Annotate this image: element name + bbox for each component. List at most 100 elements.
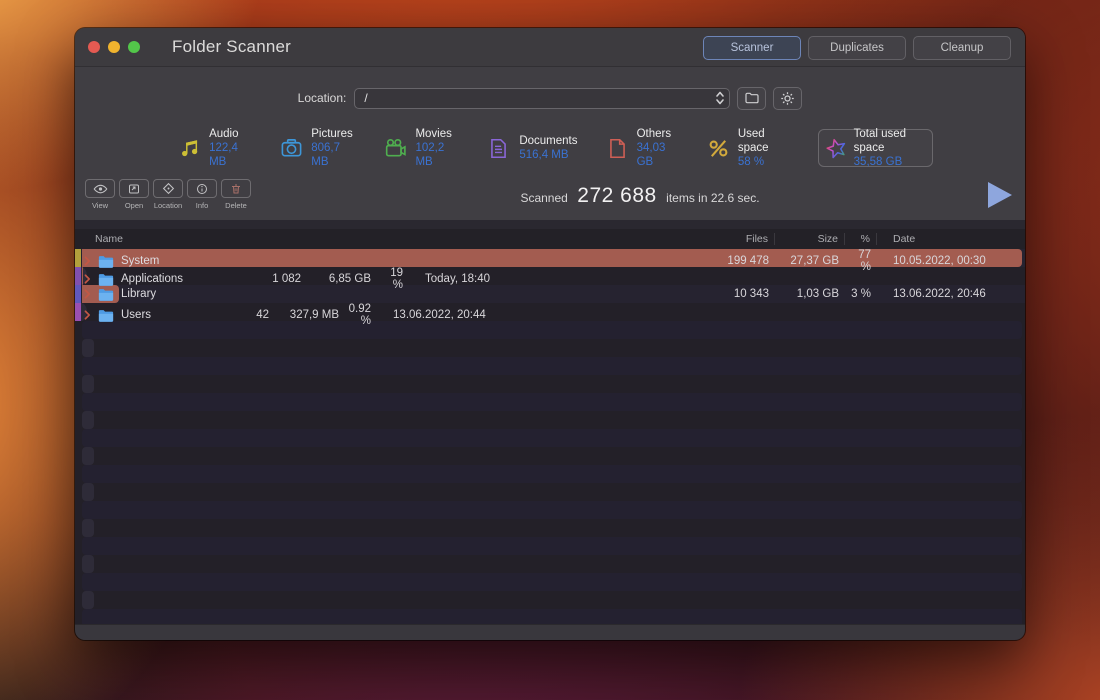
row-percent: 3 % (845, 288, 877, 300)
app-window: Folder Scanner ScannerDuplicatesCleanup … (75, 28, 1025, 640)
folder-icon (98, 288, 114, 301)
scan-status: Scanned 272 688 items in 22.6 sec. (470, 184, 810, 208)
table-header: Name Files Size % Date (75, 229, 1025, 249)
toolbar-button-view[interactable]: View (85, 179, 115, 210)
titlebar: Folder Scanner ScannerDuplicatesCleanup (75, 28, 1025, 67)
row-size: 1,03 GB (775, 288, 845, 300)
empty-row (82, 357, 1022, 375)
column-header-name[interactable]: Name (75, 233, 651, 245)
disclosure-chevron-icon[interactable] (84, 256, 91, 266)
row-name: System (121, 255, 159, 267)
results-table: System199 47827,37 GB77 %10.05.2022, 00:… (75, 249, 1025, 633)
empty-row (82, 483, 94, 501)
stat-value: 516,4 MB (519, 148, 577, 162)
stat-value: 34,03 GB (637, 141, 678, 169)
document-lines-icon (485, 138, 511, 159)
row-size: 27,37 GB (775, 255, 845, 267)
mode-switcher: Scanner Duplicates Cleanup (703, 36, 1011, 60)
row-files: 199 478 (651, 255, 775, 267)
column-header-size[interactable]: Size (775, 233, 845, 245)
column-header-files[interactable]: Files (651, 233, 775, 245)
stat-item-movies: Movies102,2 MB (384, 127, 456, 169)
stat-value: 122,4 MB (209, 141, 251, 169)
table-row-users[interactable]: Users42327,9 MB0.92 %13.06.2022, 20:44 (75, 303, 87, 321)
trash-icon (221, 179, 251, 198)
settings-button[interactable] (773, 87, 802, 110)
movie-camera-icon (384, 137, 407, 160)
total-used-space-box: Total used space 35,58 GB (818, 129, 933, 167)
camera-icon (280, 137, 303, 160)
location-label: Location: (298, 91, 347, 105)
stat-label: Movies (415, 127, 456, 141)
stat-label: Others (637, 127, 678, 141)
row-size: 327,9 MB (275, 309, 345, 321)
toolbar: View Open Location Info Delete (85, 179, 251, 210)
toolbar-button-label: Info (187, 201, 217, 210)
empty-row (82, 375, 94, 393)
stat-value: 58 % (738, 155, 789, 169)
empty-row (82, 339, 94, 357)
total-used-space-label: Total used space (854, 127, 926, 155)
traffic-lights (88, 41, 140, 53)
empty-row (82, 573, 1022, 591)
row-files: 10 343 (651, 288, 775, 300)
percent-icon (707, 137, 730, 160)
zoom-button[interactable] (128, 41, 140, 53)
stat-label: Pictures (311, 127, 355, 141)
stat-label: Used space (738, 127, 789, 155)
stat-label: Audio (209, 127, 251, 141)
empty-row (82, 447, 94, 465)
scan-status-prefix: Scanned (520, 191, 567, 205)
empty-row (82, 321, 1022, 339)
choose-folder-button[interactable] (737, 87, 766, 110)
empty-row (82, 591, 94, 609)
category-stats-row: Audio122,4 MB Pictures806,7 MB Movies102,2… (75, 121, 1025, 175)
table-row-system[interactable]: System199 47827,37 GB77 %10.05.2022, 00:… (75, 249, 1025, 267)
stat-value: 806,7 MB (311, 141, 355, 169)
location-target-icon (153, 179, 183, 198)
disclosure-chevron-icon[interactable] (84, 289, 91, 299)
nav-button-duplicates[interactable]: Duplicates (808, 36, 906, 60)
desktop-wallpaper: Folder Scanner ScannerDuplicatesCleanup … (0, 0, 1100, 700)
location-select[interactable]: / (354, 88, 730, 109)
table-row-applications[interactable]: Applications1 0826,85 GB19 %Today, 18:40 (75, 267, 87, 285)
empty-row (82, 429, 1022, 447)
stat-item-audio: Audio122,4 MB (179, 127, 251, 169)
row-date: 10.05.2022, 00:30 (877, 255, 1025, 267)
minimize-button[interactable] (108, 41, 120, 53)
open-window-icon (119, 179, 149, 198)
nav-button-cleanup[interactable]: Cleanup (913, 36, 1011, 60)
column-header-date[interactable]: Date (877, 233, 1025, 245)
empty-row (82, 465, 1022, 483)
toolbar-button-label: View (85, 201, 115, 210)
toolbar-button-location[interactable]: Location (153, 179, 183, 210)
toolbar-button-open[interactable]: Open (119, 179, 149, 210)
column-header-percent[interactable]: % (845, 233, 877, 245)
gear-icon (780, 91, 795, 106)
row-files: 42 (151, 309, 275, 321)
disclosure-chevron-icon[interactable] (84, 274, 91, 284)
start-scan-button[interactable] (988, 182, 1012, 208)
nav-button-scanner[interactable]: Scanner (703, 36, 801, 60)
close-button[interactable] (88, 41, 100, 53)
row-date: Today, 18:40 (409, 273, 557, 285)
chevron-updown-icon (715, 90, 725, 106)
document-icon (607, 138, 629, 159)
disclosure-chevron-icon[interactable] (84, 310, 91, 320)
toolbar-button-label: Open (119, 201, 149, 210)
location-row: Location: / (75, 67, 1025, 121)
empty-row (82, 501, 1022, 519)
row-name: Users (121, 309, 151, 321)
window-footer (75, 624, 1025, 640)
star-icon (825, 137, 848, 160)
eye-icon (85, 179, 115, 198)
table-row-library[interactable]: Library10 3431,03 GB3 %13.06.2022, 20:46 (75, 285, 1025, 303)
stat-item-others: Others34,03 GB (607, 127, 678, 169)
toolbar-button-info[interactable]: Info (187, 179, 217, 210)
toolbar-button-delete[interactable]: Delete (221, 179, 251, 210)
empty-row (82, 555, 94, 573)
empty-row (82, 537, 1022, 555)
scan-status-suffix: items in 22.6 sec. (666, 191, 759, 205)
row-size: 6,85 GB (307, 273, 377, 285)
row-date: 13.06.2022, 20:46 (877, 288, 1025, 300)
